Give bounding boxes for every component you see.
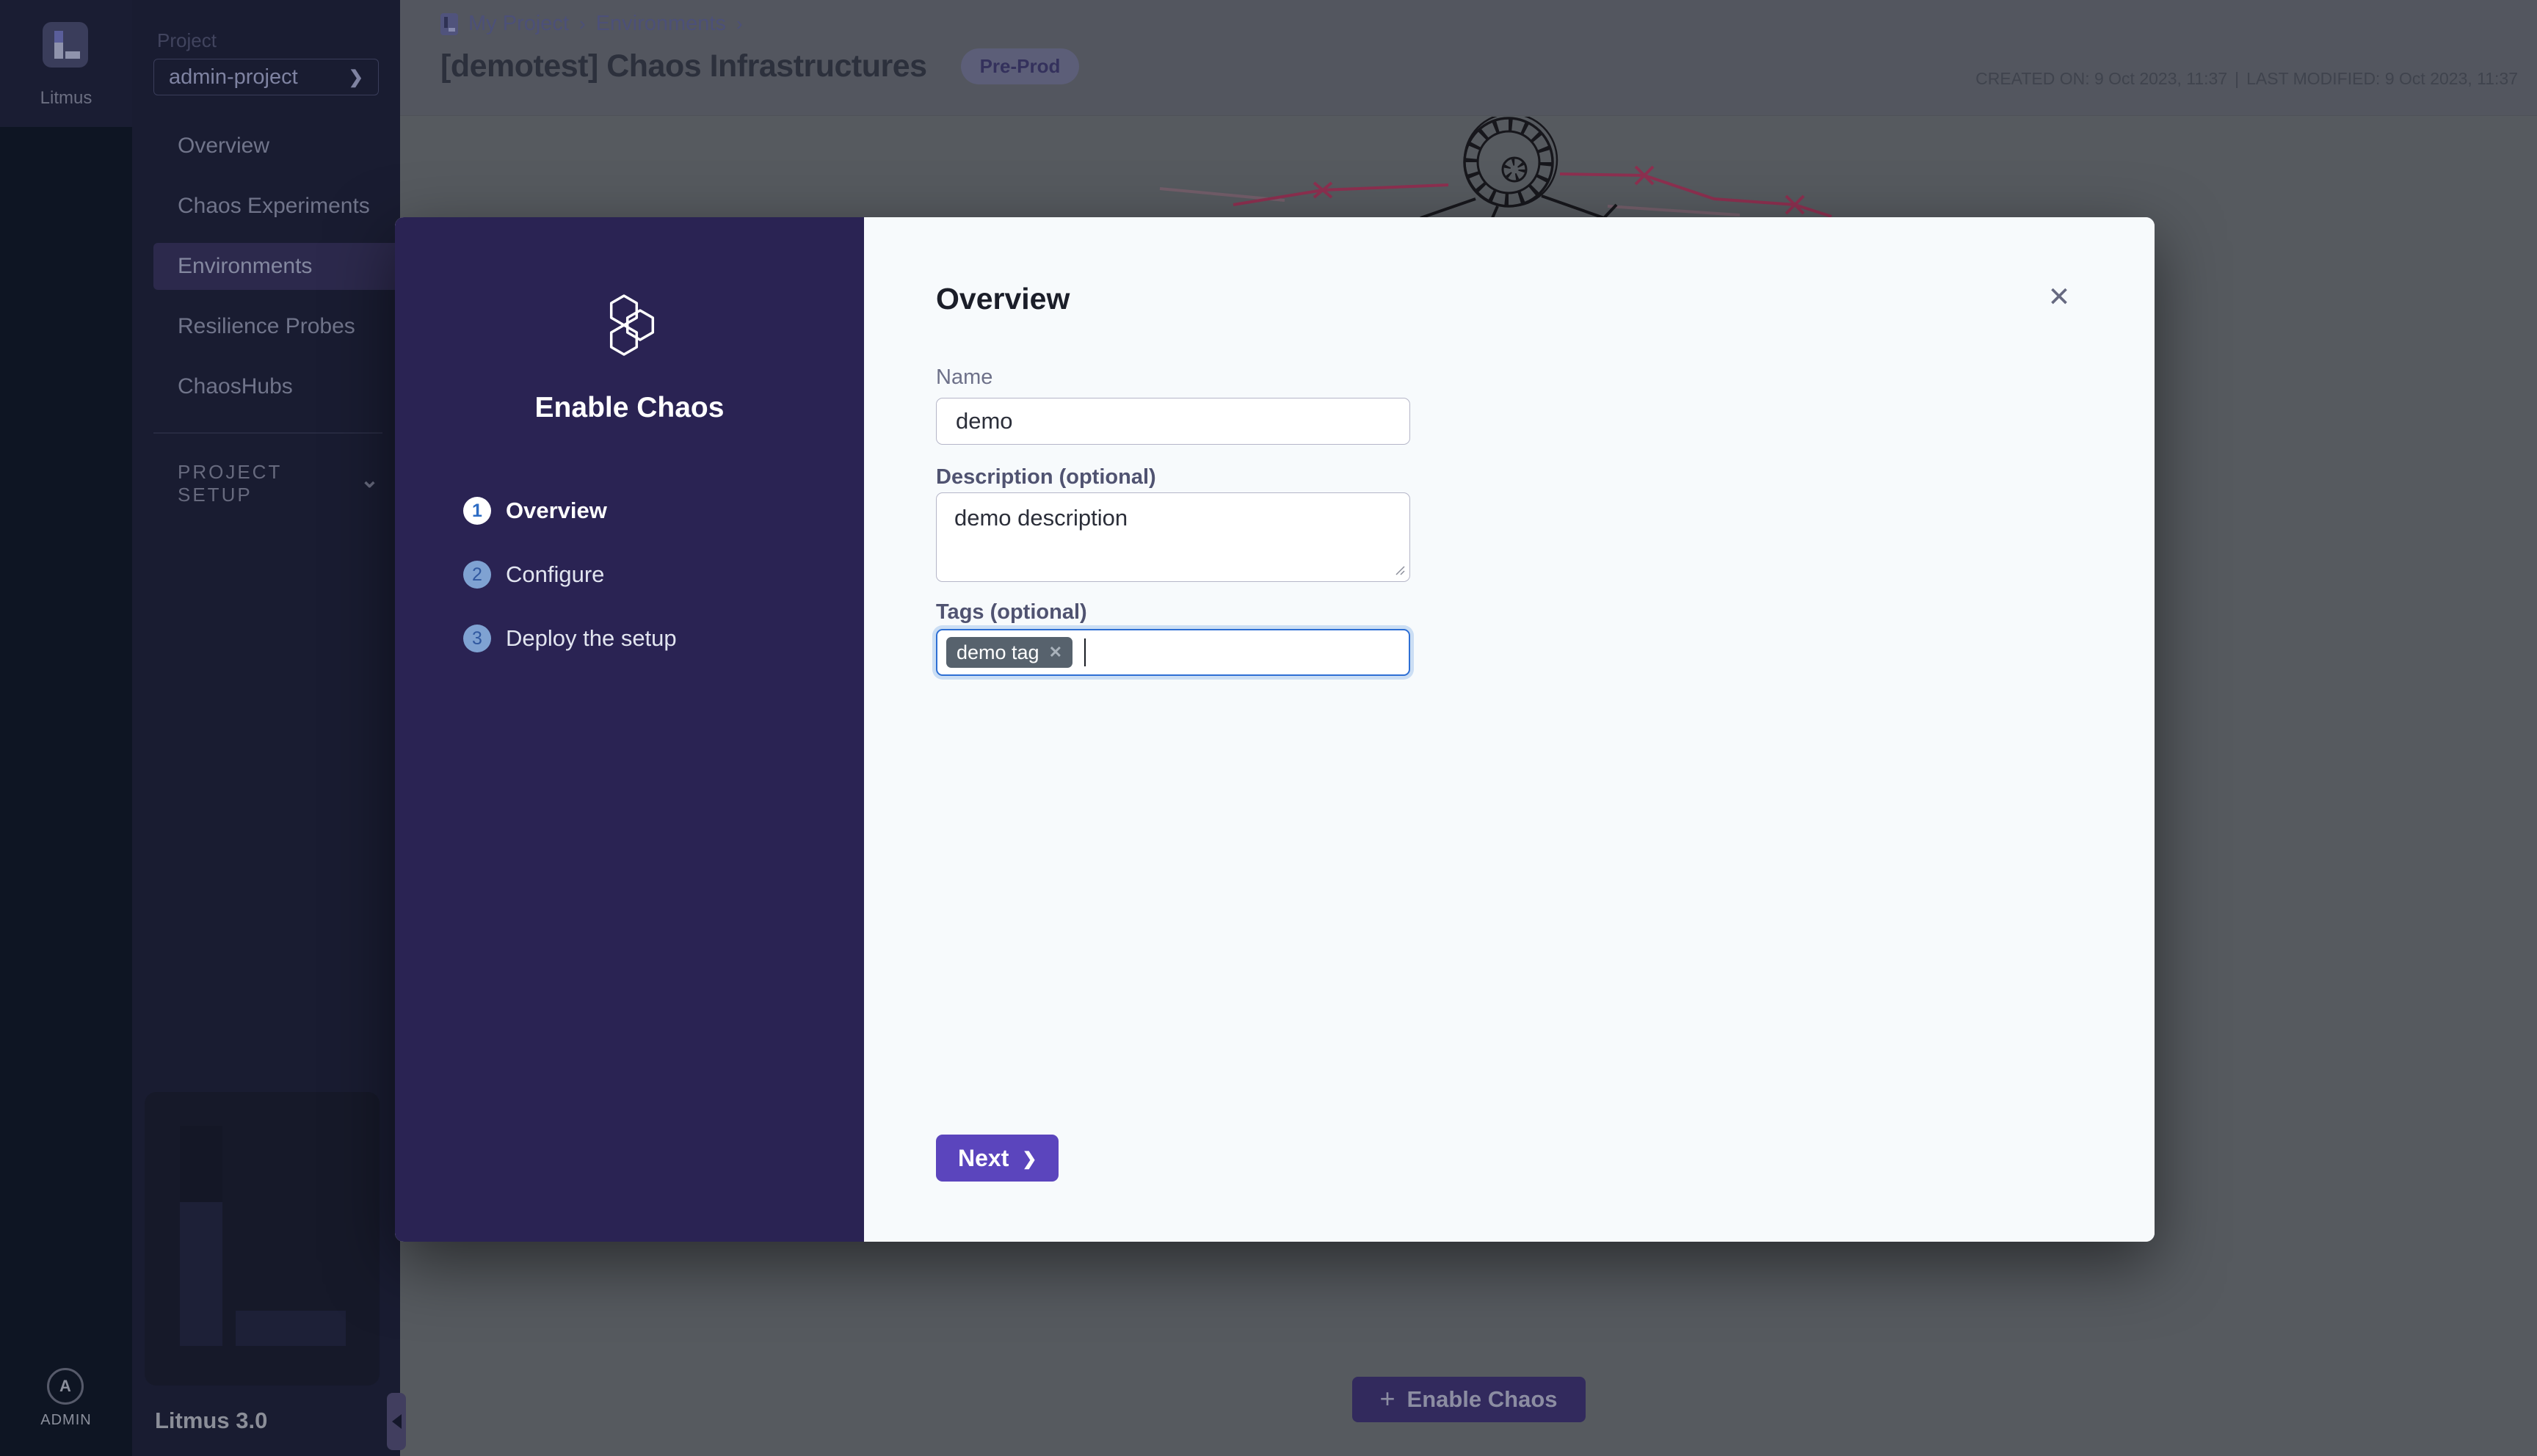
- enable-chaos-label: Enable Chaos: [1407, 1386, 1558, 1413]
- tag-chip: demo tag ✕: [946, 637, 1072, 668]
- project-setup-label: PROJECT SETUP: [178, 461, 360, 506]
- avatar[interactable]: A: [47, 1368, 84, 1405]
- step-number: 3: [463, 625, 491, 652]
- enable-chaos-modal: Enable Chaos 1 Overview 2 Configure 3 De…: [395, 217, 2155, 1242]
- step-label: Configure: [506, 561, 604, 588]
- page-title: [demotest] Chaos Infrastructures: [440, 48, 927, 84]
- plus-icon: +: [1379, 1383, 1395, 1414]
- meta-divider: |: [2235, 69, 2239, 89]
- collapse-arrow-icon: [392, 1414, 402, 1429]
- breadcrumb-environments[interactable]: Environments: [596, 12, 726, 36]
- icon-bar: [444, 17, 448, 28]
- tags-input[interactable]: demo tag ✕: [936, 629, 1410, 676]
- breadcrumb-separator: ›: [736, 12, 743, 35]
- env-type-badge: Pre-Prod: [961, 48, 1080, 84]
- text-caret: [1084, 638, 1086, 666]
- sidebar-nav: Project admin-project ❯ Overview Chaos E…: [132, 0, 400, 1456]
- app-root: Litmus A ADMIN Project admin-project ❯ O…: [0, 0, 2537, 1456]
- description-label: Description (optional): [936, 465, 1156, 489]
- brand-label: Litmus: [0, 88, 132, 109]
- litmus-home-button[interactable]: Litmus: [0, 0, 132, 127]
- sidebar-item-resilience-probes[interactable]: Resilience Probes: [153, 303, 400, 350]
- tags-label: Tags (optional): [936, 600, 1087, 625]
- wizard-step-overview[interactable]: 1 Overview: [463, 497, 677, 525]
- page-header: My Project › Environments › [demotest] C…: [400, 0, 2537, 116]
- avatar-initial: A: [59, 1377, 71, 1396]
- logo-bar: [54, 31, 63, 43]
- remove-tag-icon[interactable]: ✕: [1049, 643, 1062, 662]
- nav-items: Overview Chaos Experiments Environments …: [132, 123, 400, 423]
- description-wrap: demo description: [936, 492, 1410, 582]
- chevron-right-icon: ❯: [349, 67, 363, 88]
- chevron-down-icon: ⌄: [360, 467, 379, 493]
- modal-heading: Overview: [936, 282, 1070, 316]
- name-label: Name: [936, 365, 992, 390]
- tag-chip-label: demo tag: [957, 641, 1039, 664]
- hexagon-cluster-icon: [601, 294, 658, 357]
- icon-rail: Litmus A ADMIN: [0, 0, 132, 1456]
- sidebar-item-chaoshubs[interactable]: ChaosHubs: [153, 363, 400, 410]
- next-button[interactable]: Next ❯: [936, 1135, 1059, 1182]
- enable-chaos-button[interactable]: + Enable Chaos: [1351, 1377, 1585, 1422]
- sidebar-item-environments[interactable]: Environments: [153, 243, 400, 290]
- sidebar-watermark: [145, 1092, 380, 1386]
- project-selector[interactable]: admin-project ❯: [153, 59, 379, 95]
- wizard-pane: Enable Chaos 1 Overview 2 Configure 3 De…: [395, 217, 864, 1242]
- project-name: admin-project: [169, 65, 298, 90]
- user-menu[interactable]: A ADMIN: [0, 1368, 132, 1456]
- title-row: [demotest] Chaos Infrastructures Pre-Pro…: [440, 48, 1079, 84]
- watermark-bar: [236, 1311, 346, 1346]
- nav-divider: [153, 432, 382, 434]
- watermark-bar: [180, 1126, 222, 1202]
- breadcrumb-separator: ›: [579, 12, 586, 35]
- description-textarea[interactable]: demo description: [936, 492, 1410, 582]
- created-on: CREATED ON: 9 Oct 2023, 11:37: [1975, 69, 2227, 89]
- user-role-label: ADMIN: [0, 1412, 132, 1429]
- wizard-title: Enable Chaos: [395, 392, 864, 424]
- name-input[interactable]: [936, 398, 1410, 445]
- timestamps: CREATED ON: 9 Oct 2023, 11:37 | LAST MOD…: [1975, 69, 2518, 89]
- wizard-step-deploy[interactable]: 3 Deploy the setup: [463, 625, 677, 652]
- chevron-right-icon: ❯: [1022, 1149, 1037, 1170]
- next-label: Next: [958, 1145, 1009, 1172]
- sidebar-item-chaos-experiments[interactable]: Chaos Experiments: [153, 183, 400, 230]
- step-number: 1: [463, 497, 491, 525]
- icon-bar: [449, 28, 455, 32]
- breadcrumb-my-project[interactable]: My Project: [468, 12, 569, 36]
- project-setup-toggle[interactable]: PROJECT SETUP ⌄: [178, 461, 379, 506]
- breadcrumb-litmus-icon: [440, 13, 458, 35]
- logo-bar: [65, 51, 80, 59]
- step-number: 2: [463, 561, 491, 589]
- sidebar-item-overview[interactable]: Overview: [153, 123, 400, 170]
- form-pane: ✕ Overview Name Description (optional) d…: [864, 217, 2155, 1242]
- wizard-steps: 1 Overview 2 Configure 3 Deploy the setu…: [463, 497, 677, 688]
- chaos-graph-doodle: [1130, 117, 2011, 218]
- close-icon[interactable]: ✕: [2043, 280, 2075, 313]
- collapse-sidebar-handle[interactable]: [387, 1393, 406, 1450]
- breadcrumb: My Project › Environments ›: [440, 12, 743, 36]
- litmus-logo-icon: [43, 22, 88, 68]
- step-label: Overview: [506, 498, 607, 524]
- last-modified: LAST MODIFIED: 9 Oct 2023, 11:37: [2246, 69, 2518, 89]
- step-label: Deploy the setup: [506, 625, 677, 652]
- wizard-step-configure[interactable]: 2 Configure: [463, 561, 677, 589]
- project-label: Project: [157, 29, 217, 52]
- version-label: Litmus 3.0: [155, 1408, 267, 1434]
